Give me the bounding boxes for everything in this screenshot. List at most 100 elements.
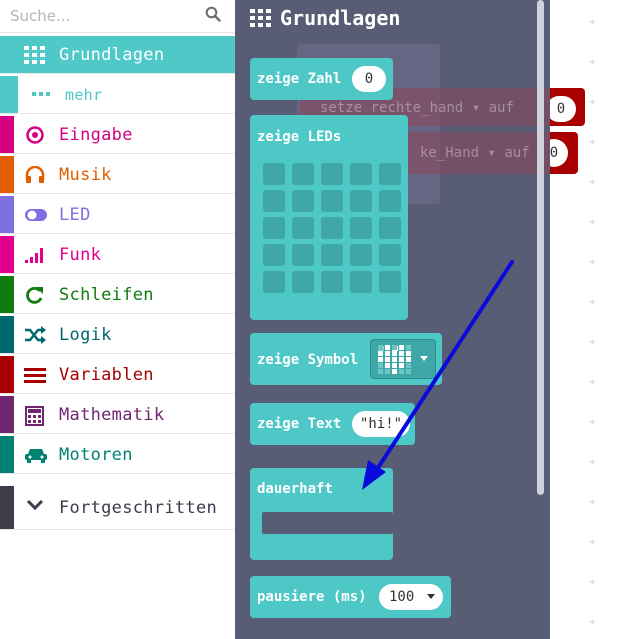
led-cell[interactable] xyxy=(292,217,314,239)
block-show-number-label: zeige Zahl xyxy=(257,71,342,87)
grid-plus: + xyxy=(588,257,597,268)
category-led[interactable]: LED xyxy=(0,196,235,234)
led-cell[interactable] xyxy=(350,271,372,293)
led-cell[interactable] xyxy=(321,271,343,293)
heart-pixel xyxy=(378,363,383,368)
flyout-title: Grundlagen xyxy=(280,6,401,30)
category-eingabe[interactable]: Eingabe xyxy=(0,116,235,154)
block-show-leds-label: zeige LEDs xyxy=(257,129,342,145)
chevron-down-icon xyxy=(427,594,435,599)
grid-plus: + xyxy=(588,457,597,468)
show-number-value[interactable]: 0 xyxy=(352,66,386,92)
heart-pixel xyxy=(392,351,397,356)
search-input[interactable] xyxy=(8,2,197,30)
search-icon[interactable] xyxy=(205,6,221,22)
grid-plus: + xyxy=(588,137,597,148)
category-label: Eingabe xyxy=(59,125,133,145)
category-schleifen[interactable]: Schleifen xyxy=(0,276,235,314)
flyout-scrollbar[interactable] xyxy=(537,0,544,495)
category-variablen[interactable]: Variablen xyxy=(0,356,235,394)
category-grundlagen[interactable]: Grundlagen xyxy=(0,36,235,74)
led-cell[interactable] xyxy=(379,163,401,185)
category-mehr[interactable]: mehr xyxy=(0,76,235,114)
heart-pixel xyxy=(399,369,404,374)
heart-pixel xyxy=(406,363,411,368)
category-label: Funk xyxy=(59,245,102,265)
grid-plus: + xyxy=(588,97,597,108)
heart-pixel xyxy=(399,345,404,350)
led-cell[interactable] xyxy=(379,244,401,266)
category-logik[interactable]: Logik xyxy=(0,316,235,354)
grid-plus: + xyxy=(588,217,597,228)
category-mathematik[interactable]: Mathematik xyxy=(0,396,235,434)
calculator-icon xyxy=(24,406,46,426)
led-cell[interactable] xyxy=(379,217,401,239)
led-cell[interactable] xyxy=(350,163,372,185)
heart-pixel xyxy=(392,357,397,362)
toggle-icon xyxy=(24,206,47,224)
toolbox: Grundlagen mehr Eingabe Musik LED Funk Schleif… xyxy=(0,0,236,639)
category-label: mehr xyxy=(65,86,103,104)
category-fortgeschritten[interactable]: Fortgeschritten xyxy=(0,486,235,530)
show-string-value[interactable]: "hi!" xyxy=(352,411,410,437)
led-cell[interactable] xyxy=(292,190,314,212)
led-cell[interactable] xyxy=(263,163,285,185)
shuffle-icon xyxy=(24,326,46,344)
led-cell[interactable] xyxy=(379,271,401,293)
led-cell[interactable] xyxy=(350,190,372,212)
led-cell[interactable] xyxy=(321,163,343,185)
category-label: Mathematik xyxy=(59,405,165,425)
led-cell[interactable] xyxy=(321,190,343,212)
grid-plus: + xyxy=(588,617,597,628)
lines-icon xyxy=(24,366,46,384)
led-cell[interactable] xyxy=(263,244,285,266)
heart-pixel xyxy=(378,351,383,356)
grid-plus: + xyxy=(588,417,597,428)
grid-plus: + xyxy=(588,497,597,508)
car-icon xyxy=(24,446,47,464)
led-cell[interactable] xyxy=(263,190,285,212)
category-motoren[interactable]: Motoren xyxy=(0,436,235,474)
led-cell[interactable] xyxy=(292,244,314,266)
led-cell[interactable] xyxy=(350,217,372,239)
heart-pixel xyxy=(399,351,404,356)
led-cell[interactable] xyxy=(292,271,314,293)
category-color-stripe xyxy=(0,276,14,313)
category-label: Motoren xyxy=(59,445,133,465)
category-label: Variablen xyxy=(59,365,154,385)
category-label: Grundlagen xyxy=(59,45,165,65)
grid-icon xyxy=(250,9,271,27)
led-cell[interactable] xyxy=(292,163,314,185)
heart-pixel xyxy=(385,345,390,350)
grid-plus: + xyxy=(588,57,597,68)
led-cell[interactable] xyxy=(321,244,343,266)
block-show-icon-label: zeige Symbol xyxy=(257,352,359,368)
category-label: Musik xyxy=(59,165,112,185)
led-cell[interactable] xyxy=(350,244,372,266)
heart-pixel xyxy=(392,363,397,368)
grid-plus: + xyxy=(588,337,597,348)
category-label: Schleifen xyxy=(59,285,154,305)
category-color-stripe xyxy=(0,156,14,193)
heart-pixel xyxy=(392,345,397,350)
grid-icon xyxy=(24,46,46,64)
led-cell[interactable] xyxy=(263,217,285,239)
category-color-stripe xyxy=(0,486,14,529)
led-cell[interactable] xyxy=(379,190,401,212)
category-musik[interactable]: Musik xyxy=(0,156,235,194)
heart-pixel xyxy=(378,369,383,374)
led-cell[interactable] xyxy=(263,271,285,293)
grid-plus: + xyxy=(588,377,597,388)
category-funk[interactable]: Funk xyxy=(0,236,235,274)
grid-plus: + xyxy=(588,17,597,28)
more-dots-icon xyxy=(30,86,52,104)
workspace-value-right[interactable]: 0 xyxy=(546,96,576,122)
grid-plus: + xyxy=(588,537,597,548)
heart-pixel xyxy=(385,363,390,368)
category-color-stripe xyxy=(0,116,14,153)
heart-pixel xyxy=(385,357,390,362)
grid-plus: + xyxy=(588,297,597,308)
category-color-stripe xyxy=(0,196,14,233)
led-cell[interactable] xyxy=(321,217,343,239)
heart-pixel xyxy=(406,369,411,374)
